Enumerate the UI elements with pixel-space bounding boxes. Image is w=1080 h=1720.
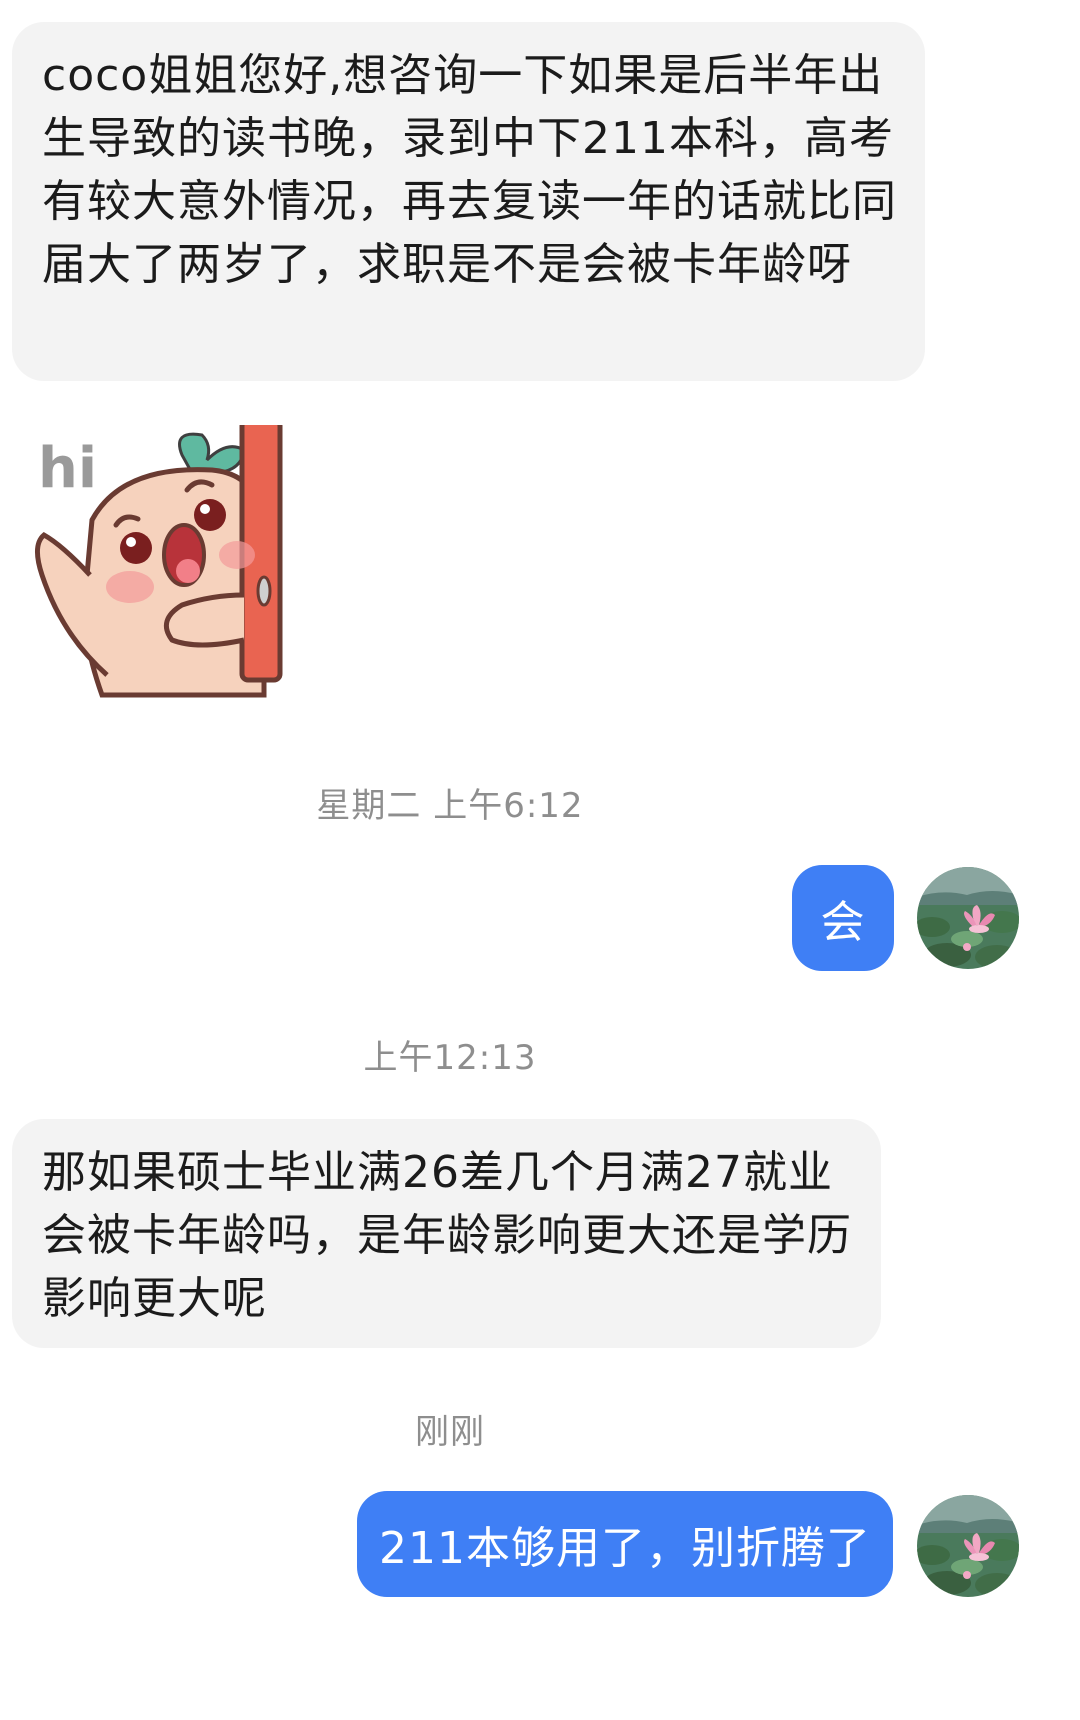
hi-sticker[interactable]: hi: [32, 417, 312, 715]
peach-character-sticker-icon: hi: [35, 417, 283, 698]
user-avatar[interactable]: [917, 1495, 1019, 1597]
incoming-message-bubble[interactable]: 那如果硕士毕业满26差几个月满27就业会被卡年龄吗，是年龄影响更大还是学历影响更…: [12, 1119, 881, 1348]
message-timestamp: 星期二 上午6:12: [316, 786, 584, 826]
outgoing-message-bubble[interactable]: 211本够用了，别折腾了: [357, 1491, 893, 1597]
message-text: 211本够用了，别折腾了: [379, 1523, 871, 1574]
outgoing-message-bubble[interactable]: 会: [792, 865, 894, 971]
lotus-pond-avatar-icon: [917, 1495, 1019, 1597]
incoming-message-bubble[interactable]: coco姐姐您好,想咨询一下如果是后半年出生导致的读书晚，录到中下211本科，高…: [12, 22, 925, 381]
lotus-pond-avatar-icon: [917, 867, 1019, 969]
sticker-hi-text: hi: [38, 436, 97, 501]
message-text: coco姐姐您好,想咨询一下如果是后半年出生导致的读书晚，录到中下211本科，高…: [42, 50, 897, 290]
user-avatar[interactable]: [917, 867, 1019, 969]
message-timestamp: 刚刚: [415, 1412, 485, 1452]
message-timestamp: 上午12:13: [363, 1038, 537, 1078]
message-text: 那如果硕士毕业满26差几个月满27就业会被卡年龄吗，是年龄影响更大还是学历影响更…: [42, 1147, 852, 1324]
message-text: 会: [820, 897, 866, 948]
